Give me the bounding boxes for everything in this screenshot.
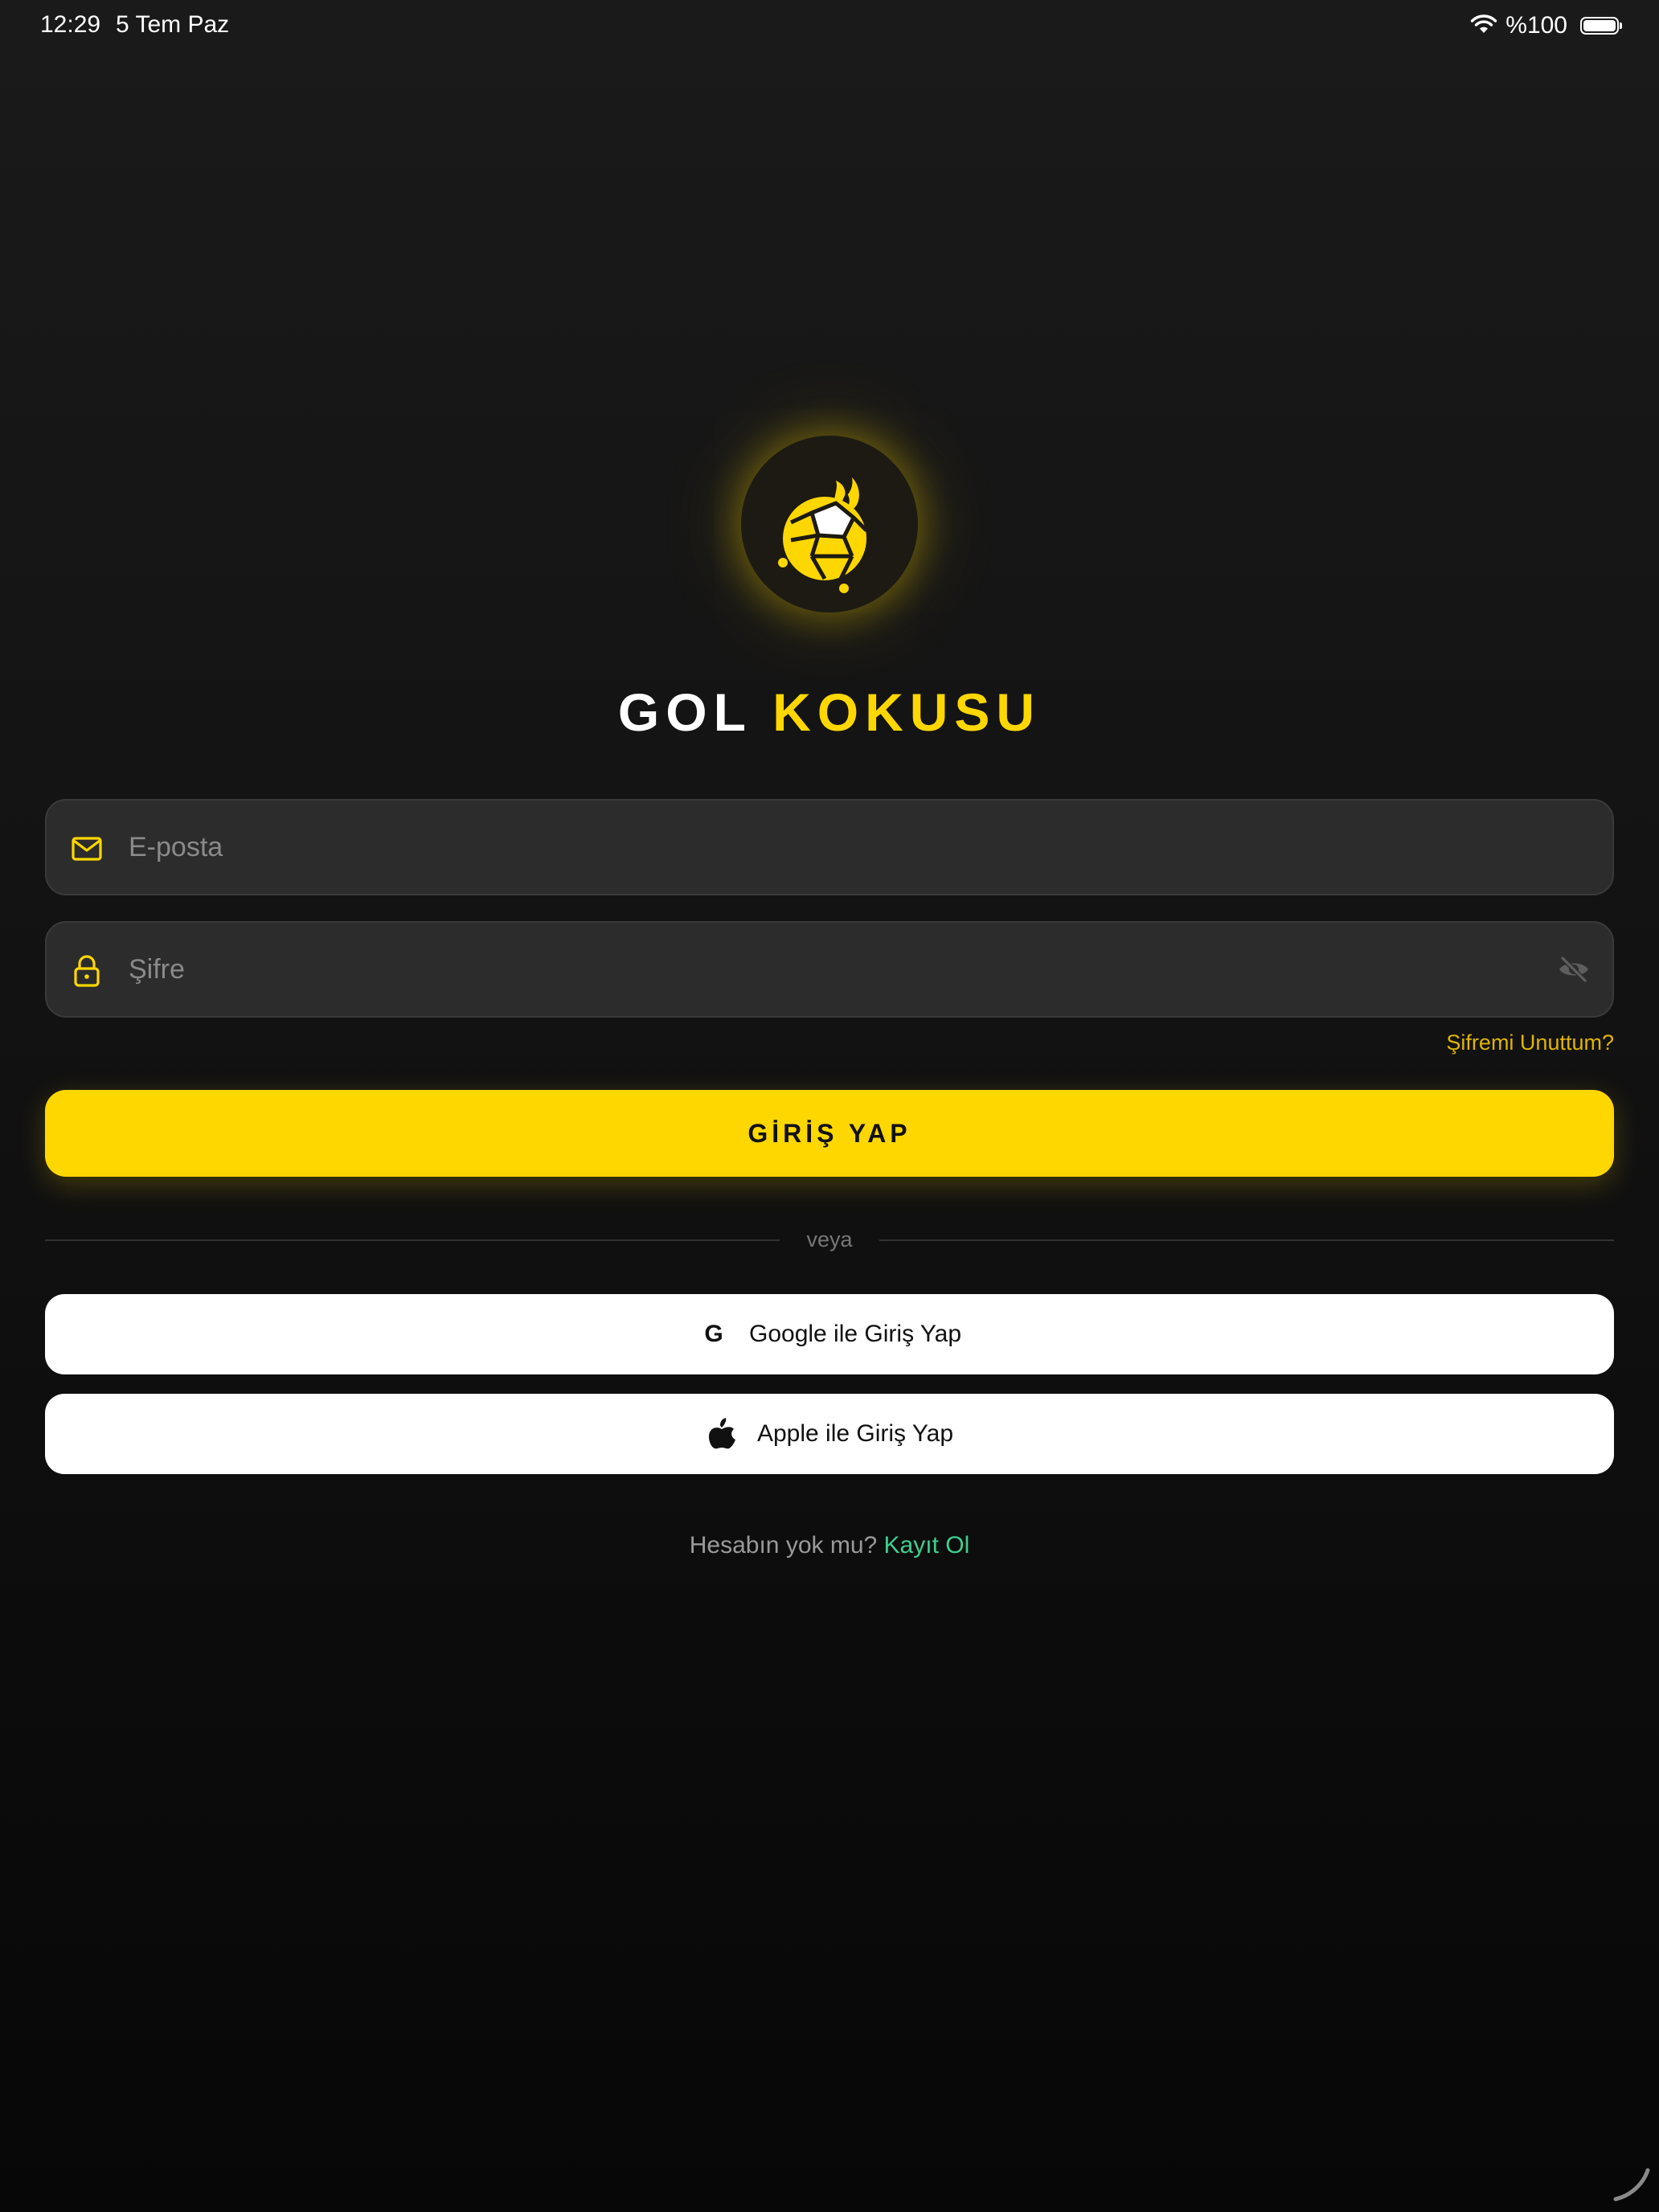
status-bar: 12:29 5 Tem Paz %100 xyxy=(0,0,1659,51)
email-input[interactable] xyxy=(129,801,1495,894)
email-field[interactable] xyxy=(45,799,1614,895)
app-title-word1: GOL xyxy=(617,682,752,742)
signup-prompt: Hesabın yok mu? xyxy=(689,1532,878,1559)
app-title: GOL KOKUSU xyxy=(0,682,1659,743)
apple-icon xyxy=(706,1418,738,1450)
google-icon: G xyxy=(698,1318,730,1350)
battery-level xyxy=(1583,20,1616,31)
wifi-icon xyxy=(1470,14,1497,39)
apple-signin-label: Apple ile Giriş Yap xyxy=(756,1420,953,1447)
status-date: 5 Tem Paz xyxy=(116,11,230,38)
battery-icon xyxy=(1580,17,1622,35)
divider-text: veya xyxy=(806,1227,853,1251)
status-time: 12:29 xyxy=(40,11,101,38)
forgot-password-link[interactable]: Şifremi Unuttum? xyxy=(1446,1030,1614,1055)
google-signin-label: Google ile Giriş Yap xyxy=(748,1321,962,1347)
corner-indicator xyxy=(1611,2164,1651,2204)
or-divider: veya xyxy=(45,1225,1614,1254)
google-icon-glyph: G xyxy=(704,1321,723,1347)
apple-signin-button[interactable]: Apple ile Giriş Yap xyxy=(45,1394,1614,1474)
signup-link[interactable]: Kayıt Ol xyxy=(884,1532,970,1559)
password-field[interactable] xyxy=(45,921,1614,1018)
envelope-icon xyxy=(69,831,104,866)
password-input[interactable] xyxy=(129,923,1495,1016)
battery-percentage: %100 xyxy=(1505,12,1567,39)
google-signin-button[interactable]: G Google ile Giriş Yap xyxy=(45,1294,1614,1374)
login-button[interactable]: GİRİŞ YAP xyxy=(45,1090,1614,1177)
status-indicators: %100 xyxy=(1470,10,1622,42)
lock-icon xyxy=(69,953,104,989)
app-title-word2: KOKUSU xyxy=(772,682,1042,742)
signup-row: Hesabın yok mu? Kayıt Ol xyxy=(0,1532,1659,1559)
eye-off-icon[interactable] xyxy=(1556,952,1591,987)
flaming-football-icon xyxy=(778,477,868,593)
app-logo xyxy=(741,436,918,612)
